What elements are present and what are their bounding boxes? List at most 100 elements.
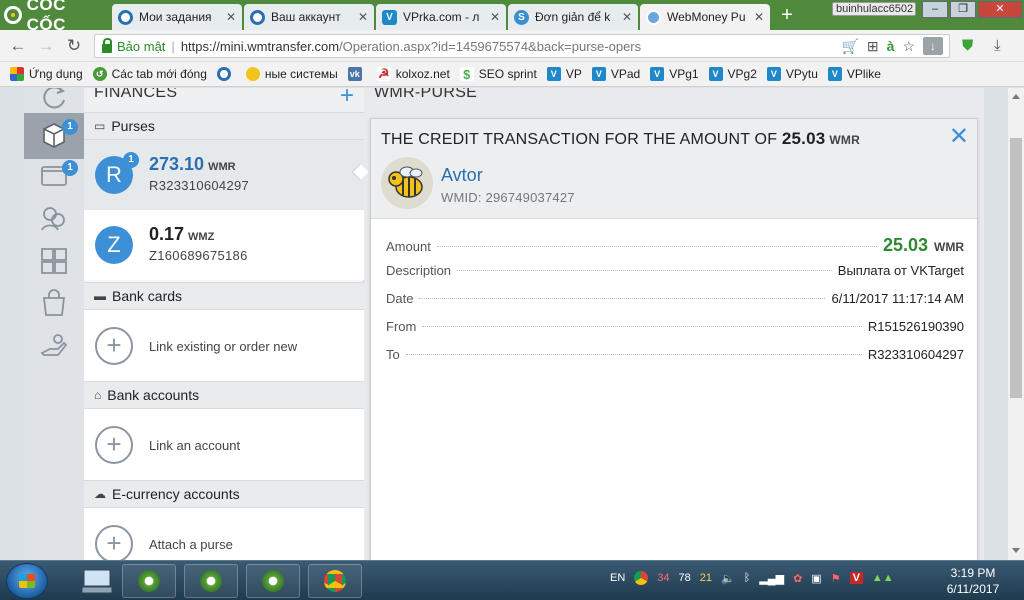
tab-webmoney[interactable]: WebMoney Pu ✕ <box>640 4 770 30</box>
taskbar-coccoc-2[interactable] <box>184 564 238 598</box>
scroll-down-icon[interactable] <box>1012 548 1020 553</box>
rail-contacts[interactable] <box>24 195 84 241</box>
address-bar[interactable]: Bảo mật | https://mini.wmtransfer.com /O… <box>94 34 950 58</box>
translate-icon[interactable]: ⊞ <box>867 38 879 55</box>
bookmark-vplike[interactable]: V VPlike <box>827 67 881 81</box>
flag-icon[interactable]: ⚑ <box>831 572 841 585</box>
bookmark-recent-tabs[interactable]: ↺ Các tab mới đóng <box>92 67 207 81</box>
transaction-title: THE CREDIT TRANSACTION FOR THE AMOUNT OF… <box>381 129 860 149</box>
bookmark-vpytu[interactable]: V VPytu <box>766 67 818 81</box>
purse-wmr[interactable]: R 1 273.10 WMR R323310604297 <box>84 140 364 210</box>
bookmark-kolxoz[interactable]: ☭ kolxoz.net <box>376 66 450 81</box>
shopping-bag-icon <box>42 289 66 316</box>
bookmark-vp[interactable]: V VP <box>546 67 582 81</box>
contacts-icon <box>41 207 65 231</box>
vprka-tray-icon[interactable]: V <box>849 572 863 584</box>
close-icon[interactable]: ✕ <box>226 10 236 24</box>
finances-title: FINANCES <box>94 88 178 101</box>
tab-strip: CỐC CỐC Мои задания ✕ Ваш аккаунт ✕ V VP… <box>0 0 1024 34</box>
tab-don-gian[interactable]: S Đơn giản để k ✕ <box>508 4 638 30</box>
window-close-button[interactable]: ✕ <box>978 1 1022 18</box>
bookmark-vpad[interactable]: V VPad <box>591 67 640 81</box>
taskbar-clock[interactable]: 3:19 PM 6/11/2017 <box>930 565 1016 597</box>
rail-payments[interactable] <box>24 324 84 370</box>
volume-icon[interactable]: 🔈 <box>721 572 735 585</box>
dotted-leader <box>419 298 826 299</box>
link-account-row[interactable]: + Link an account <box>84 409 364 481</box>
forward-arrow-icon[interactable]: → <box>36 36 56 56</box>
add-icon[interactable]: + <box>340 88 354 110</box>
scroll-up-icon[interactable] <box>1012 94 1020 99</box>
bookmark-payment-systems[interactable]: ные системы <box>245 67 338 81</box>
signal-icon[interactable]: ▲▲ <box>872 572 894 584</box>
bookmark-vk[interactable]: vk <box>347 67 367 81</box>
shield-icon[interactable]: ⛊ <box>962 37 973 54</box>
profile-label[interactable]: buinhulacc6502 <box>832 2 916 16</box>
purse-wmz[interactable]: Z 0.17 WMZ Z160689675186 <box>84 210 364 280</box>
hammer-sickle-icon: ☭ <box>376 66 391 81</box>
tray-app-icon[interactable]: ✿ <box>793 572 802 585</box>
plus-circle-icon: + <box>95 426 133 464</box>
cart-icon[interactable]: 🛒 <box>841 38 858 55</box>
maximize-button[interactable]: ❐ <box>950 1 976 18</box>
bluetooth-icon[interactable]: ᛒ <box>744 572 751 584</box>
start-button[interactable] <box>6 563 48 599</box>
chrome-tray-icon[interactable] <box>634 571 649 585</box>
detail-row-from: From R151526190390 <box>386 319 964 339</box>
system-tray: EN 34 78 21 🔈 ᛒ ▂▄▆ ✿ ▣ ⚑ V ▲▲ <box>610 571 894 585</box>
downloads-icon[interactable]: ⤓ <box>994 37 1001 54</box>
spelling-icon[interactable]: à <box>887 38 895 54</box>
browser-brand[interactable]: CỐC CỐC <box>4 0 108 34</box>
tab-vash-akkaunt[interactable]: Ваш аккаунт ✕ <box>244 4 374 30</box>
rail-shop[interactable] <box>24 280 84 326</box>
webmoney-icon <box>118 9 133 25</box>
detail-row-date: Date 6/11/2017 11:17:14 AM <box>386 291 964 311</box>
attach-purse-row[interactable]: + Attach a purse <box>84 508 364 560</box>
new-tab-button[interactable]: + <box>776 4 798 26</box>
tab-vprka[interactable]: V VPrka.com - л ✕ <box>376 4 506 30</box>
close-icon[interactable]: ✕ <box>754 10 764 24</box>
rail-wallet[interactable]: 1 <box>24 152 84 198</box>
taskbar-chrome[interactable] <box>308 564 362 598</box>
purse-id: R323310604297 <box>149 178 250 193</box>
ecurrency-section-header[interactable]: ☁ E-currency accounts <box>84 480 364 508</box>
scrollbar-thumb[interactable] <box>1010 138 1022 398</box>
bookmark-webmoney[interactable] <box>216 67 236 81</box>
detail-value[interactable]: R151526190390 <box>868 319 964 334</box>
page-scrollbar[interactable] <box>1008 88 1024 560</box>
taskbar-coccoc-1[interactable] <box>122 564 176 598</box>
bookmark-vpg1[interactable]: V VPg1 <box>650 67 699 81</box>
apps-icon <box>10 67 24 81</box>
s-icon: S <box>514 9 529 25</box>
detail-value[interactable]: R323310604297 <box>868 347 964 362</box>
bank-accounts-section-header[interactable]: ⌂ Bank accounts <box>84 381 364 409</box>
close-icon[interactable]: ✕ <box>622 10 632 24</box>
bookmark-apps[interactable]: Ứng dụng <box>10 67 83 81</box>
refresh-icon <box>43 88 66 109</box>
minimize-button[interactable]: – <box>922 1 948 18</box>
close-icon[interactable]: ✕ <box>358 10 368 24</box>
sender-name[interactable]: Avtor <box>441 165 483 186</box>
bookmark-seo-sprint[interactable]: $ SEO sprint <box>459 67 537 82</box>
download-video-icon[interactable]: ↓ <box>923 37 943 55</box>
taskbar-keyboard[interactable] <box>70 564 124 598</box>
tab-moi-zadaniya[interactable]: Мои задания ✕ <box>112 4 242 30</box>
bookmark-vpg2[interactable]: V VPg2 <box>708 67 757 81</box>
bookmark-star-icon[interactable]: ☆ <box>902 38 915 55</box>
back-arrow-icon[interactable]: ← <box>8 36 28 56</box>
close-icon[interactable]: ✕ <box>949 125 969 149</box>
taskbar-coccoc-3[interactable] <box>246 564 300 598</box>
close-icon[interactable]: ✕ <box>490 10 500 24</box>
purse-amount: 0.17 WMZ <box>149 224 214 245</box>
bank-cards-section-header[interactable]: ▬ Bank cards <box>84 282 364 310</box>
bookmark-label: VPg2 <box>727 67 757 81</box>
vprka-icon: V <box>827 67 842 81</box>
finances-panel: FINANCES + ▭ Purses R 1 273.10 WMR R32331… <box>84 88 364 560</box>
network-icon[interactable]: ▂▄▆ <box>759 572 784 585</box>
purses-section-header[interactable]: ▭ Purses <box>84 112 364 140</box>
language-indicator[interactable]: EN <box>610 572 625 584</box>
rail-services[interactable] <box>24 238 84 284</box>
clipboard-icon[interactable]: ▣ <box>811 572 821 585</box>
link-card-row[interactable]: + Link existing or order new <box>84 310 364 382</box>
reload-icon[interactable]: ↻ <box>64 36 84 56</box>
